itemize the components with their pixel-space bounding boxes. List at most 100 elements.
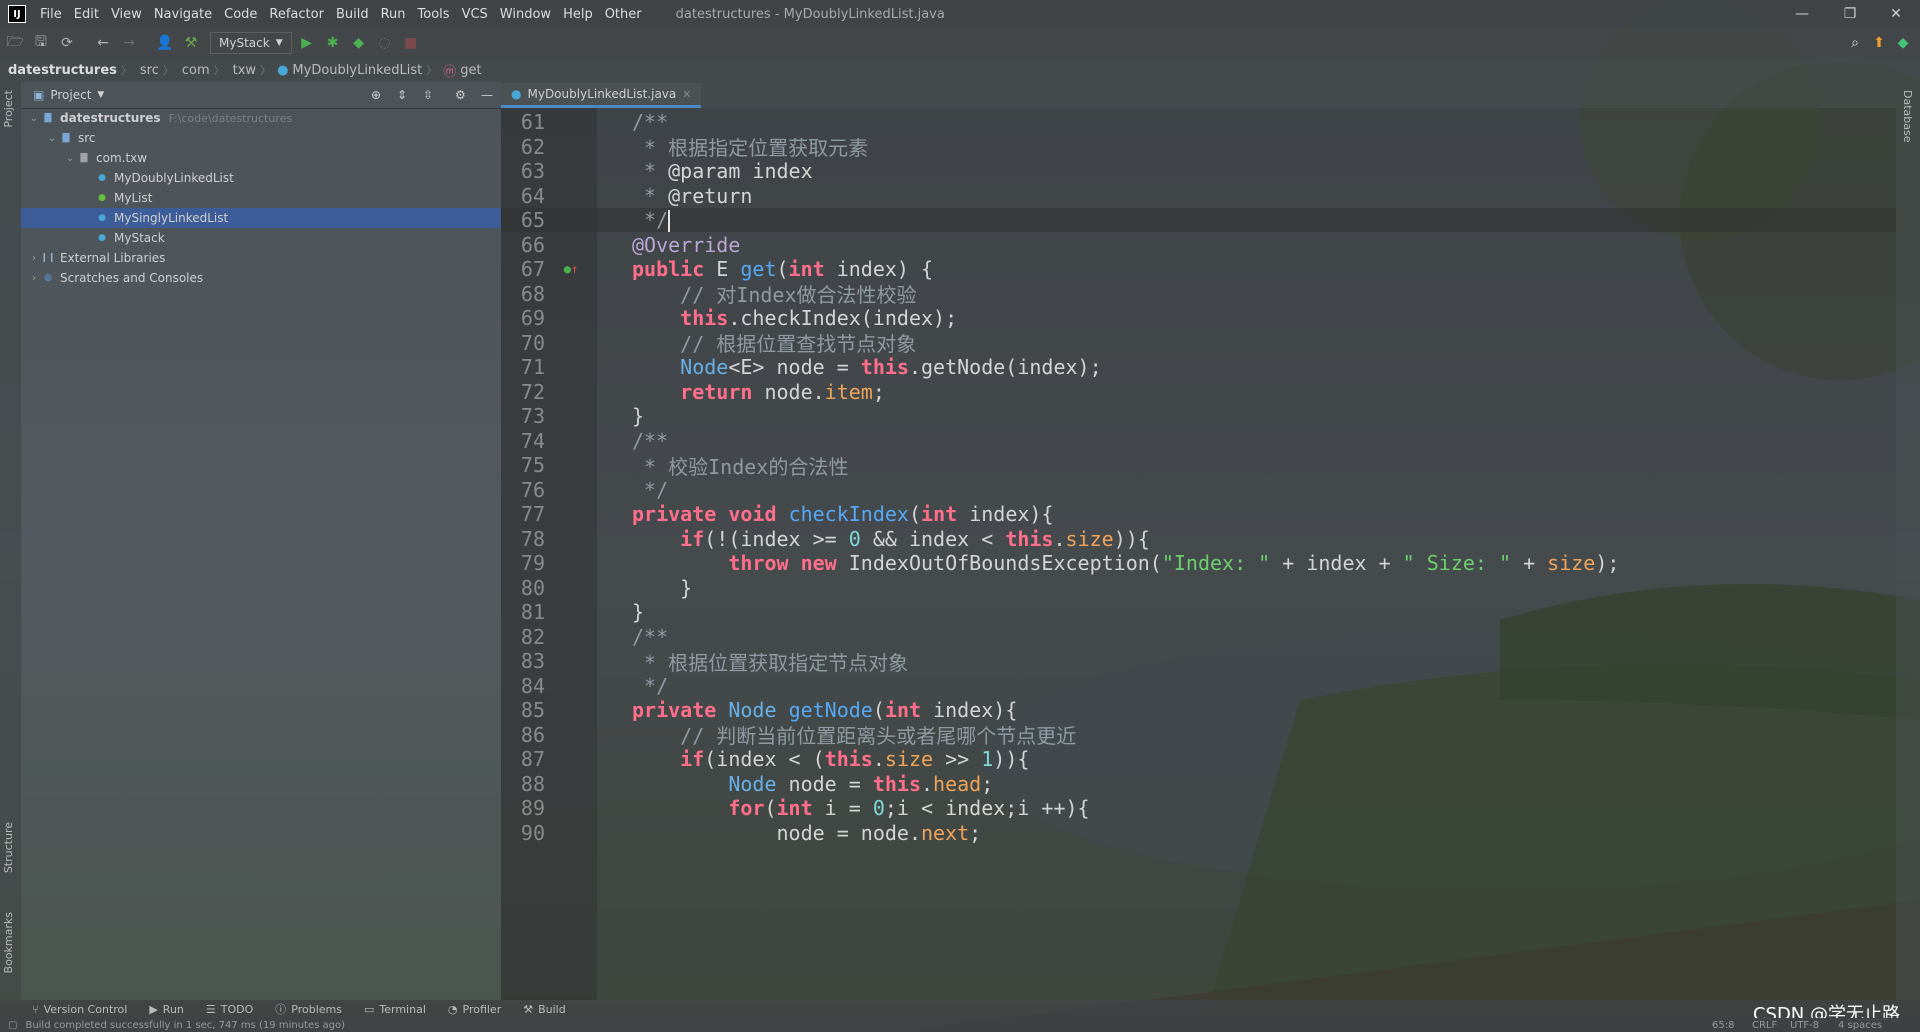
- code-line[interactable]: 80 }: [501, 576, 1896, 600]
- run-icon[interactable]: ▶: [296, 32, 318, 54]
- project-view-label[interactable]: Project: [50, 88, 91, 102]
- line-number[interactable]: 72: [501, 380, 545, 404]
- line-number[interactable]: 87: [501, 747, 545, 771]
- chevron-down-icon[interactable]: ⌄: [27, 113, 41, 124]
- save-icon[interactable]: 🖫: [30, 32, 52, 54]
- code-line[interactable]: 84 */: [501, 674, 1896, 698]
- stop-icon[interactable]: ■: [400, 32, 422, 54]
- menu-tools[interactable]: Tools: [412, 7, 456, 22]
- menu-navigate[interactable]: Navigate: [148, 7, 218, 22]
- line-number[interactable]: 76: [501, 478, 545, 502]
- line-number[interactable]: 84: [501, 674, 545, 698]
- menu-window[interactable]: Window: [494, 7, 557, 22]
- code-line[interactable]: 72 return node.item;: [501, 380, 1896, 404]
- search-icon[interactable]: ⌕: [1844, 32, 1866, 54]
- forward-arrow-icon[interactable]: →: [118, 32, 140, 54]
- menu-code[interactable]: Code: [218, 7, 263, 22]
- collapse-all-icon[interactable]: ⇳: [423, 88, 433, 102]
- close-icon[interactable]: ✕: [682, 88, 691, 101]
- tool-problems[interactable]: ⓘ Problems: [275, 1001, 342, 1017]
- profile-icon[interactable]: ◌: [374, 32, 396, 54]
- code-line[interactable]: 90 node = node.next;: [501, 821, 1896, 845]
- gear-icon[interactable]: ⚙: [455, 88, 466, 102]
- tree-item[interactable]: ● MyDoublyLinkedList: [21, 168, 501, 188]
- tab-project[interactable]: Project: [2, 90, 15, 128]
- jetbrains-icon[interactable]: ◆: [1892, 32, 1914, 54]
- line-number[interactable]: 67: [501, 257, 545, 281]
- open-folder-icon[interactable]: 🗁: [4, 32, 26, 54]
- code-line[interactable]: 89 for(int i = 0;i < index;i ++){: [501, 796, 1896, 820]
- menu-other[interactable]: Other: [599, 7, 648, 22]
- code-line[interactable]: 61 /**: [501, 110, 1896, 134]
- tab-bookmarks[interactable]: Bookmarks: [2, 912, 15, 973]
- chevron-down-icon[interactable]: ⌄: [63, 153, 77, 164]
- tree-item[interactable]: ● MySinglyLinkedList: [21, 208, 501, 228]
- code-line[interactable]: 76 */: [501, 478, 1896, 502]
- line-number[interactable]: 74: [501, 429, 545, 453]
- code-line[interactable]: 64 * @return: [501, 184, 1896, 208]
- line-number[interactable]: 89: [501, 796, 545, 820]
- tool-todo[interactable]: ☰ TODO: [206, 1003, 253, 1016]
- sync-icon[interactable]: ⟳: [56, 32, 78, 54]
- code-line[interactable]: 66 @Override: [501, 233, 1896, 257]
- override-marker-icon[interactable]: ●↑: [545, 262, 597, 276]
- line-number[interactable]: 77: [501, 502, 545, 526]
- code-line[interactable]: 87 if(index < (this.size >> 1)){: [501, 747, 1896, 771]
- line-number[interactable]: 75: [501, 453, 545, 477]
- tab-structure[interactable]: Structure: [2, 822, 15, 873]
- line-number[interactable]: 80: [501, 576, 545, 600]
- menu-run[interactable]: Run: [375, 7, 412, 22]
- line-number[interactable]: 79: [501, 551, 545, 575]
- tool-build[interactable]: ⚒ Build: [523, 1003, 566, 1016]
- coverage-icon[interactable]: ◆: [348, 32, 370, 54]
- code-line[interactable]: 74 /**: [501, 429, 1896, 453]
- line-number[interactable]: 69: [501, 306, 545, 330]
- line-number[interactable]: 81: [501, 600, 545, 624]
- run-configuration-select[interactable]: MyStack ▼: [210, 32, 292, 54]
- code-line[interactable]: 71 Node<E> node = this.getNode(index);: [501, 355, 1896, 379]
- code-line[interactable]: 79 throw new IndexOutOfBoundsException("…: [501, 551, 1896, 575]
- line-number[interactable]: 82: [501, 625, 545, 649]
- code-line[interactable]: 82 /**: [501, 625, 1896, 649]
- chevron-right-icon[interactable]: ›: [27, 253, 41, 264]
- indent-setting[interactable]: 4 spaces: [1838, 1020, 1882, 1031]
- menu-build[interactable]: Build: [330, 7, 375, 22]
- expand-all-icon[interactable]: ⇕: [397, 88, 407, 102]
- hide-icon[interactable]: —: [481, 88, 493, 102]
- chevron-down-icon[interactable]: ▼: [97, 90, 104, 100]
- hammer-icon[interactable]: ⚒: [180, 32, 202, 54]
- line-number[interactable]: 90: [501, 821, 545, 845]
- line-number[interactable]: 65: [501, 208, 545, 232]
- tool-version-control[interactable]: ⑂ Version Control: [32, 1003, 127, 1016]
- line-number[interactable]: 64: [501, 184, 545, 208]
- code-line[interactable]: 83 * 根据位置获取指定节点对象: [501, 649, 1896, 675]
- chevron-right-icon[interactable]: ›: [27, 273, 41, 284]
- breadcrumb-txw[interactable]: txw: [225, 63, 260, 78]
- menu-refactor[interactable]: Refactor: [263, 7, 330, 22]
- line-number[interactable]: 62: [501, 135, 545, 159]
- menu-vcs[interactable]: VCS: [456, 7, 494, 22]
- menu-view[interactable]: View: [105, 7, 148, 22]
- line-number[interactable]: 70: [501, 331, 545, 355]
- chevron-down-icon[interactable]: ⌄: [45, 133, 59, 144]
- menu-file[interactable]: File: [34, 7, 68, 22]
- update-icon[interactable]: ⬆: [1868, 32, 1890, 54]
- line-number[interactable]: 66: [501, 233, 545, 257]
- breadcrumb-src[interactable]: src: [132, 63, 163, 78]
- close-button[interactable]: ✕: [1876, 0, 1916, 28]
- code-line[interactable]: 77 private void checkIndex(int index){: [501, 502, 1896, 526]
- line-number[interactable]: 83: [501, 649, 545, 673]
- tool-terminal[interactable]: ▭ Terminal: [364, 1003, 426, 1016]
- code-line[interactable]: 78 if(!(index >= 0 && index < this.size)…: [501, 527, 1896, 551]
- code-line[interactable]: 86 // 判断当前位置距离头或者尾哪个节点更近: [501, 723, 1896, 749]
- line-number[interactable]: 71: [501, 355, 545, 379]
- minimize-button[interactable]: —: [1782, 0, 1822, 28]
- user-icon[interactable]: 👤: [154, 32, 176, 54]
- tool-profiler[interactable]: ◔ Profiler: [448, 1003, 501, 1016]
- line-number[interactable]: 78: [501, 527, 545, 551]
- back-arrow-icon[interactable]: ←: [92, 32, 114, 54]
- code-editor[interactable]: 61/** 62 * 根据指定位置获取元素 63 * @param index 64 …: [501, 108, 1896, 1000]
- line-number[interactable]: 88: [501, 772, 545, 796]
- tree-item[interactable]: ● MyList: [21, 188, 501, 208]
- tree-item[interactable]: ● MyStack: [21, 228, 501, 248]
